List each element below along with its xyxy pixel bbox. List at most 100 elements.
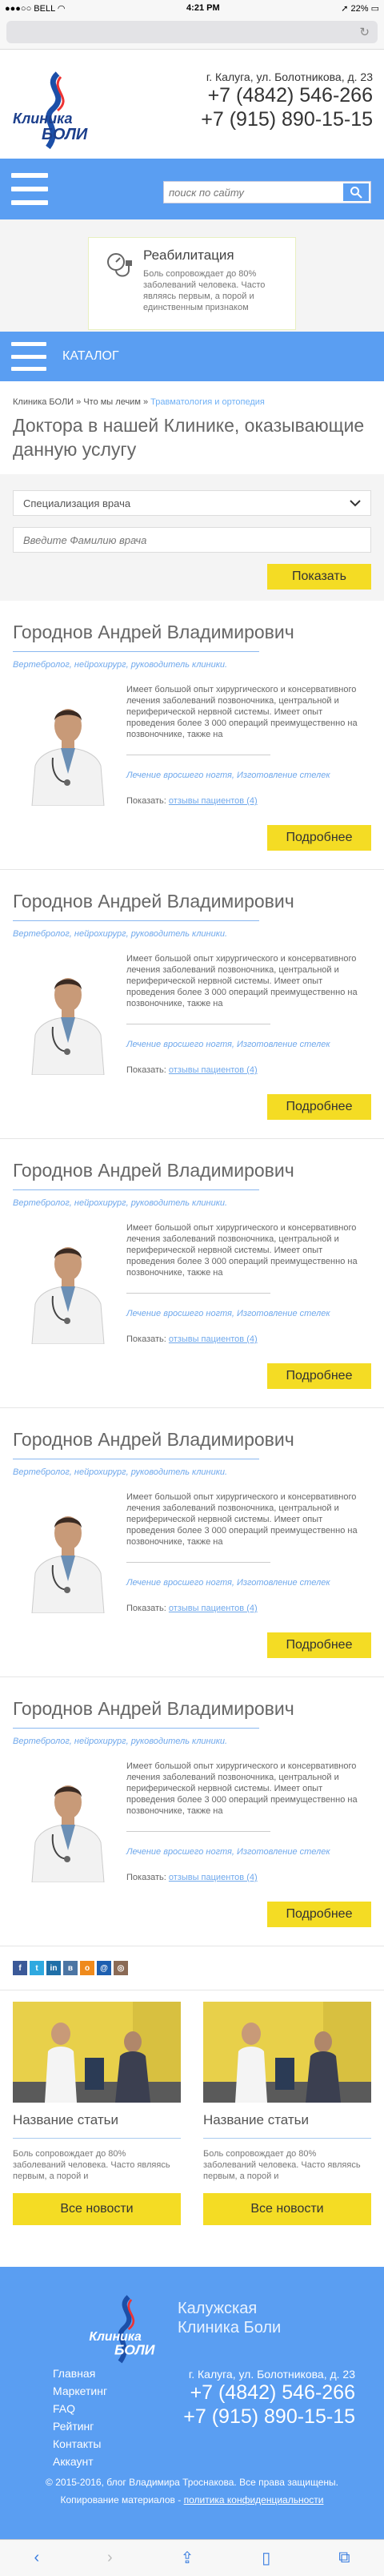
footer-menu-item[interactable]: Контакты	[53, 2435, 107, 2453]
doctor-name[interactable]: Городнов Андрей Владимирович	[13, 1698, 294, 1729]
doctor-photo[interactable]	[24, 694, 112, 807]
reviews-link[interactable]: отзывы пациентов (4)	[169, 1334, 258, 1344]
doctor-photo[interactable]	[24, 963, 112, 1076]
reviews-link[interactable]: отзывы пациентов (4)	[169, 1604, 258, 1613]
breadcrumb-level2[interactable]: Что мы лечим	[83, 397, 141, 407]
doctor-name-placeholder: Введите Фамилию врача	[23, 533, 147, 546]
footer-menu-item[interactable]: FAQ	[53, 2400, 107, 2417]
doctor-photo[interactable]	[24, 1501, 112, 1614]
footer-phone-2[interactable]: +7 (915) 890-15-15	[183, 2405, 355, 2429]
article-card: Название статьи Боль сопровождает до 80% …	[203, 2002, 371, 2225]
divider	[126, 1831, 270, 1832]
specialization-value: Специализация врача	[23, 497, 131, 509]
footer-menu: Главная Маркетинг FAQ Рейтинг Контакты Аккаун…	[53, 2365, 107, 2470]
breadcrumb-home[interactable]: Клиника БОЛИ	[13, 397, 74, 407]
doctor-name[interactable]: Городнов Андрей Владимирович	[13, 1429, 294, 1459]
doctor-description: Имеет большой опыт хирургического и конс…	[126, 1492, 358, 1547]
article-image[interactable]	[203, 2002, 371, 2103]
show-button[interactable]: Показать	[267, 564, 371, 590]
doctor-name[interactable]: Городнов Андрей Владимирович	[13, 1160, 294, 1190]
svg-text:Клиника: Клиника	[13, 111, 72, 127]
browser-toolbar: ‹ › ⇪ ▯ ⧉	[0, 2539, 384, 2576]
footer-phone-1[interactable]: +7 (4842) 546-266	[183, 2381, 355, 2405]
forward-icon[interactable]: ›	[107, 2549, 113, 2567]
show-label: Показать:	[126, 1065, 166, 1075]
tabs-icon[interactable]: ⧉	[338, 2549, 350, 2567]
header-contacts: г. Калуга, ул. Болотникова, д. 23 +7 (48…	[201, 70, 373, 131]
header-phone-2[interactable]: +7 (915) 890-15-15	[201, 107, 373, 131]
footer-menu-item[interactable]: Маркетинг	[53, 2382, 107, 2400]
header-phone-1[interactable]: +7 (4842) 546-266	[201, 83, 373, 107]
tonometer-icon	[105, 251, 137, 283]
all-news-button[interactable]: Все новости	[13, 2193, 181, 2225]
reviews-row: Показать: отзывы пациентов (4)	[126, 1065, 258, 1075]
show-label: Показать:	[126, 796, 166, 806]
reviews-link[interactable]: отзывы пациентов (4)	[169, 796, 258, 806]
specialization-select[interactable]: Специализация врача	[13, 490, 371, 516]
back-icon[interactable]: ‹	[34, 2549, 39, 2567]
mailru-icon[interactable]: @	[97, 1961, 111, 1975]
carrier: ●●●○○ BELL ︎◠	[5, 3, 66, 14]
doctor-services-links[interactable]: Лечение вросшего ногтя, Изготовление сте…	[126, 1578, 330, 1588]
top-nav	[0, 159, 384, 219]
footer-logo[interactable]: Клиника БОЛИ	[86, 2294, 166, 2365]
article-image[interactable]	[13, 2002, 181, 2103]
instagram-icon[interactable]: ◎	[114, 1961, 128, 1975]
menu-icon[interactable]	[11, 173, 48, 205]
reviews-link[interactable]: отзывы пациентов (4)	[169, 1065, 258, 1075]
rehab-text: Боль сопровождает до 80% заболеваний чел…	[143, 269, 266, 312]
twitter-icon[interactable]: t	[30, 1961, 44, 1975]
reviews-row: Показать: отзывы пациентов (4)	[126, 796, 258, 806]
more-button[interactable]: Подробнее	[267, 825, 371, 851]
doctor-services-links[interactable]: Лечение вросшего ногтя, Изготовление сте…	[126, 771, 330, 780]
doctor-services-links[interactable]: Лечение вросшего ногтя, Изготовление сте…	[126, 1847, 330, 1857]
more-button[interactable]: Подробнее	[267, 1094, 371, 1120]
article-title[interactable]: Название статьи	[13, 2112, 181, 2139]
search-icon[interactable]	[343, 183, 369, 201]
address-field[interactable]: ↻	[6, 21, 378, 43]
svg-text:БОЛИ: БОЛИ	[114, 2342, 155, 2358]
footer-menu-item[interactable]: Главная	[53, 2365, 107, 2382]
footer-menu-item[interactable]: Аккаунт	[53, 2453, 107, 2470]
doctor-specialization: Вертебролог, нейрохирург, руководитель к…	[13, 1467, 228, 1477]
catalog-label: КАТАЛОГ	[62, 349, 119, 363]
catalog-bar[interactable]: КАТАЛОГ	[0, 332, 384, 381]
privacy-policy-link[interactable]: политика конфиденциальности	[184, 2494, 324, 2506]
clinic-logo[interactable]: Клиника БОЛИ	[11, 70, 99, 151]
catalog-menu-icon[interactable]	[11, 342, 46, 371]
doctor-description: Имеет большой опыт хирургического и конс…	[126, 1761, 358, 1816]
copyright-text: © 2015-2016, блог Владимира Троснакова. …	[46, 2477, 338, 2488]
search-input[interactable]	[164, 182, 342, 203]
refresh-icon[interactable]: ↻	[359, 25, 370, 39]
rehab-card[interactable]: Реабилитация Боль сопровождает до 80% за…	[88, 237, 296, 330]
doctor-services-links[interactable]: Лечение вросшего ногтя, Изготовление сте…	[126, 1309, 330, 1318]
more-button[interactable]: Подробнее	[267, 1632, 371, 1658]
vk-icon[interactable]: в	[63, 1961, 78, 1975]
bookmarks-icon[interactable]: ▯	[262, 2548, 270, 2568]
doctor-name[interactable]: Городнов Андрей Владимирович	[13, 622, 294, 652]
reviews-link[interactable]: отзывы пациентов (4)	[169, 1873, 258, 1882]
doctor-name[interactable]: Городнов Андрей Владимирович	[13, 891, 294, 921]
more-button[interactable]: Подробнее	[267, 1363, 371, 1389]
footer-address: г. Калуга, ул. Болотникова, д. 23	[188, 2368, 355, 2381]
share-icon[interactable]: ⇪	[181, 2548, 194, 2568]
social-share: f t in в о @ ◎	[0, 1946, 384, 1990]
more-button[interactable]: Подробнее	[267, 1902, 371, 1927]
all-news-button[interactable]: Все новости	[203, 2193, 371, 2225]
odnoklassniki-icon[interactable]: о	[80, 1961, 94, 1975]
doctor-specialization: Вертебролог, нейрохирург, руководитель к…	[13, 660, 228, 670]
rehab-section: Реабилитация Боль сопровождает до 80% за…	[0, 219, 384, 332]
facebook-icon[interactable]: f	[13, 1961, 27, 1975]
divider	[126, 1293, 270, 1294]
doctor-photo[interactable]	[24, 1232, 112, 1345]
doctor-services-links[interactable]: Лечение вросшего ногтя, Изготовление сте…	[126, 1040, 330, 1049]
footer-menu-item[interactable]: Рейтинг	[53, 2417, 107, 2435]
doctor-name-input[interactable]: Введите Фамилию врача	[13, 527, 371, 553]
doctor-list: Городнов Андрей Владимирович Вертебролог,…	[0, 601, 384, 1946]
doctor-photo[interactable]	[24, 1770, 112, 1883]
breadcrumb-separator: »	[76, 397, 84, 407]
doctor-card: Городнов Андрей Владимирович Вертебролог,…	[0, 601, 384, 870]
article-text: Боль сопровождает до 80% заболеваний чел…	[203, 2149, 361, 2181]
linkedin-icon[interactable]: in	[46, 1961, 61, 1975]
article-title[interactable]: Название статьи	[203, 2112, 371, 2139]
